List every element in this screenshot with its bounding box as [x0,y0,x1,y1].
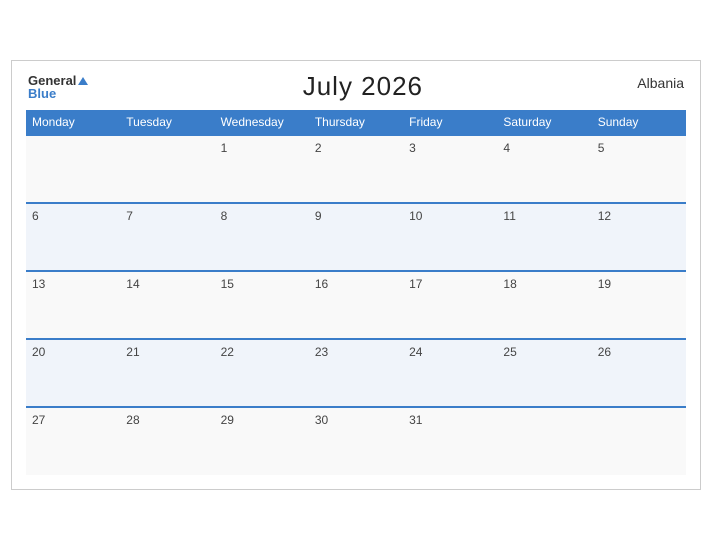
country-label: Albania [637,75,684,91]
day-number: 2 [315,141,322,155]
calendar-day-cell [26,135,120,203]
day-number: 4 [503,141,510,155]
calendar-day-cell: 7 [120,203,214,271]
day-number: 15 [221,277,234,291]
month-title: July 2026 [303,71,423,102]
day-number: 16 [315,277,328,291]
day-number: 18 [503,277,516,291]
calendar-day-cell: 6 [26,203,120,271]
day-number: 3 [409,141,416,155]
calendar-day-cell: 20 [26,339,120,407]
calendar-day-cell: 13 [26,271,120,339]
day-number: 1 [221,141,228,155]
calendar-week-row: 27 28 29 30 31 [26,407,686,475]
calendar-day-cell: 14 [120,271,214,339]
calendar-container: General Blue July 2026 Albania MondayTue… [11,60,701,490]
calendar-day-cell: 31 [403,407,497,475]
day-number: 20 [32,345,45,359]
logo: General Blue [28,74,88,100]
day-number: 30 [315,413,328,427]
calendar-day-cell: 19 [592,271,686,339]
calendar-week-row: 1 2 3 4 5 [26,135,686,203]
calendar-day-cell: 2 [309,135,403,203]
day-number: 23 [315,345,328,359]
day-number: 24 [409,345,422,359]
calendar-day-cell: 9 [309,203,403,271]
calendar-day-cell: 28 [120,407,214,475]
calendar-day-cell [497,407,591,475]
calendar-day-cell: 21 [120,339,214,407]
day-number: 29 [221,413,234,427]
calendar-day-cell: 10 [403,203,497,271]
weekday-header-thursday: Thursday [309,110,403,135]
day-number: 17 [409,277,422,291]
logo-blue-text: Blue [28,87,88,100]
day-number: 10 [409,209,422,223]
day-number: 5 [598,141,605,155]
day-number: 31 [409,413,422,427]
day-number: 9 [315,209,322,223]
weekday-header-wednesday: Wednesday [215,110,309,135]
calendar-day-cell: 17 [403,271,497,339]
weekday-header-tuesday: Tuesday [120,110,214,135]
calendar-day-cell: 23 [309,339,403,407]
calendar-day-cell: 8 [215,203,309,271]
calendar-day-cell: 26 [592,339,686,407]
logo-general-text: General [28,74,88,87]
calendar-day-cell: 18 [497,271,591,339]
calendar-day-cell: 12 [592,203,686,271]
calendar-grid: MondayTuesdayWednesdayThursdayFridaySatu… [26,110,686,475]
calendar-day-cell: 22 [215,339,309,407]
weekday-header-sunday: Sunday [592,110,686,135]
calendar-day-cell [592,407,686,475]
calendar-day-cell: 4 [497,135,591,203]
day-number: 14 [126,277,139,291]
calendar-day-cell: 15 [215,271,309,339]
calendar-day-cell [120,135,214,203]
day-number: 28 [126,413,139,427]
calendar-day-cell: 24 [403,339,497,407]
logo-triangle-icon [78,77,88,85]
calendar-day-cell: 30 [309,407,403,475]
calendar-week-row: 13 14 15 16 17 18 19 [26,271,686,339]
day-number: 12 [598,209,611,223]
weekday-header-monday: Monday [26,110,120,135]
day-number: 19 [598,277,611,291]
calendar-day-cell: 29 [215,407,309,475]
calendar-week-row: 20 21 22 23 24 25 26 [26,339,686,407]
day-number: 27 [32,413,45,427]
day-number: 8 [221,209,228,223]
calendar-day-cell: 3 [403,135,497,203]
day-number: 6 [32,209,39,223]
calendar-day-cell: 5 [592,135,686,203]
day-number: 22 [221,345,234,359]
calendar-day-cell: 1 [215,135,309,203]
weekday-header-saturday: Saturday [497,110,591,135]
weekday-header-friday: Friday [403,110,497,135]
day-number: 11 [503,209,515,223]
calendar-header: General Blue July 2026 Albania [26,71,686,102]
calendar-day-cell: 16 [309,271,403,339]
calendar-day-cell: 27 [26,407,120,475]
weekday-header-row: MondayTuesdayWednesdayThursdayFridaySatu… [26,110,686,135]
calendar-day-cell: 25 [497,339,591,407]
calendar-week-row: 6 7 8 9 10 11 12 [26,203,686,271]
day-number: 13 [32,277,45,291]
calendar-day-cell: 11 [497,203,591,271]
day-number: 26 [598,345,611,359]
day-number: 25 [503,345,516,359]
day-number: 7 [126,209,133,223]
day-number: 21 [126,345,139,359]
